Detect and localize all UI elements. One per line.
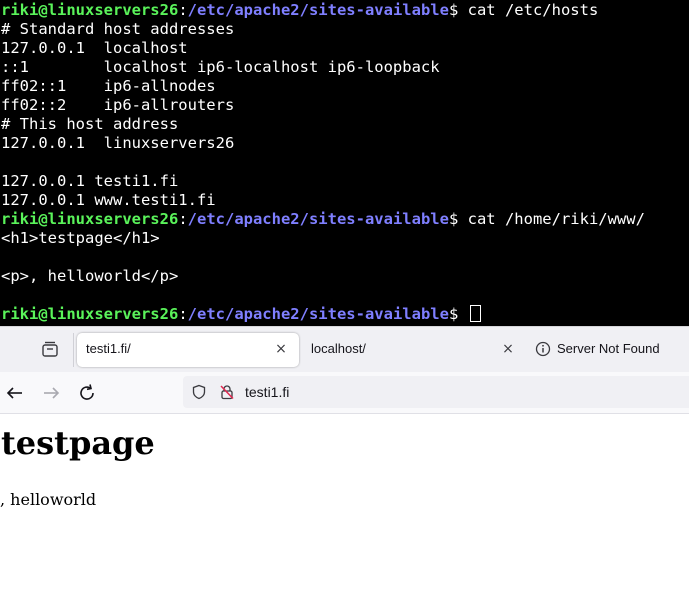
reload-button[interactable] [74, 380, 100, 406]
forward-button[interactable] [38, 380, 64, 406]
terminal-command: cat /etc/hosts [467, 1, 599, 19]
terminal-command: cat /home/riki/www/ [467, 210, 645, 228]
browser-window: testi1.fi/ × localhost/ × Server Not Fou… [0, 326, 689, 601]
tab-testi1[interactable]: testi1.fi/ × [77, 333, 299, 367]
page-paragraph: , helloworld [0, 490, 97, 509]
terminal-prompt-line: riki@linuxservers26:/etc/apache2/sites-a… [1, 1, 598, 20]
tab-server-not-found[interactable]: Server Not Found [528, 333, 689, 367]
prompt-separator: : [178, 1, 188, 19]
tab-separator [73, 333, 74, 367]
tab-close-icon[interactable]: × [500, 341, 516, 357]
back-button[interactable] [2, 380, 28, 406]
page-content: testpage , helloworld [0, 414, 689, 601]
tab-title: testi1.fi/ [86, 341, 131, 356]
prompt-user: riki@linuxservers26 [1, 1, 179, 19]
back-arrow-icon [6, 387, 22, 399]
tracking-protection-shield-icon[interactable] [191, 384, 207, 400]
terminal-output-line: 127.0.0.1 localhost [1, 39, 188, 57]
terminal-output-line: <p>, helloworld</p> [1, 267, 179, 285]
url-bar[interactable]: testi1.fi [183, 376, 689, 408]
terminal-output-line: 127.0.0.1 www.testi1.fi [1, 191, 216, 209]
prompt-user: riki@linuxservers26 [1, 210, 179, 228]
terminal-output-line: 127.0.0.1 linuxservers26 [1, 134, 235, 152]
tab-close-icon[interactable]: × [273, 341, 289, 357]
terminal-output-line: # Standard host addresses [1, 20, 235, 38]
prompt-dollar: $ [448, 210, 468, 228]
prompt-path: /etc/apache2/sites-available [187, 305, 449, 323]
terminal-output-line: # This host address [1, 115, 179, 133]
tab-localhost[interactable]: localhost/ × [302, 333, 522, 367]
insecure-lock-icon[interactable] [219, 384, 235, 400]
page-heading: testpage [1, 424, 155, 462]
tab-title: localhost/ [311, 341, 366, 356]
tab-list-button[interactable] [36, 337, 64, 363]
terminal-prompt-line: riki@linuxservers26:/etc/apache2/sites-a… [1, 210, 645, 229]
terminal-cursor [469, 305, 481, 322]
prompt-path: /etc/apache2/sites-available [187, 1, 449, 19]
info-icon [535, 341, 551, 357]
terminal-output-line: ::1 localhost ip6-localhost ip6-loopback [1, 58, 440, 76]
terminal-output-line: <h1>testpage</h1> [1, 229, 160, 247]
navigation-toolbar: testi1.fi [0, 372, 689, 414]
tab-title: Server Not Found [557, 341, 660, 356]
prompt-separator: : [178, 210, 188, 228]
terminal-window[interactable]: riki@linuxservers26:/etc/apache2/sites-a… [0, 0, 689, 326]
terminal-output-line: ff02::1 ip6-allnodes [1, 77, 216, 95]
forward-arrow-icon [44, 387, 60, 399]
prompt-separator: : [178, 305, 188, 323]
prompt-user: riki@linuxservers26 [1, 305, 179, 323]
url-text[interactable]: testi1.fi [245, 384, 289, 400]
tab-list-icon [42, 341, 58, 357]
prompt-path: /etc/apache2/sites-available [187, 210, 449, 228]
terminal-output-line: ff02::2 ip6-allrouters [1, 96, 235, 114]
terminal-output-line: 127.0.0.1 testi1.fi [1, 172, 179, 190]
prompt-dollar: $ [448, 1, 468, 19]
terminal-prompt-line[interactable]: riki@linuxservers26:/etc/apache2/sites-a… [1, 305, 481, 324]
tab-strip: testi1.fi/ × localhost/ × Server Not Fou… [0, 326, 689, 373]
prompt-dollar: $ [448, 305, 468, 323]
reload-icon [80, 384, 94, 400]
